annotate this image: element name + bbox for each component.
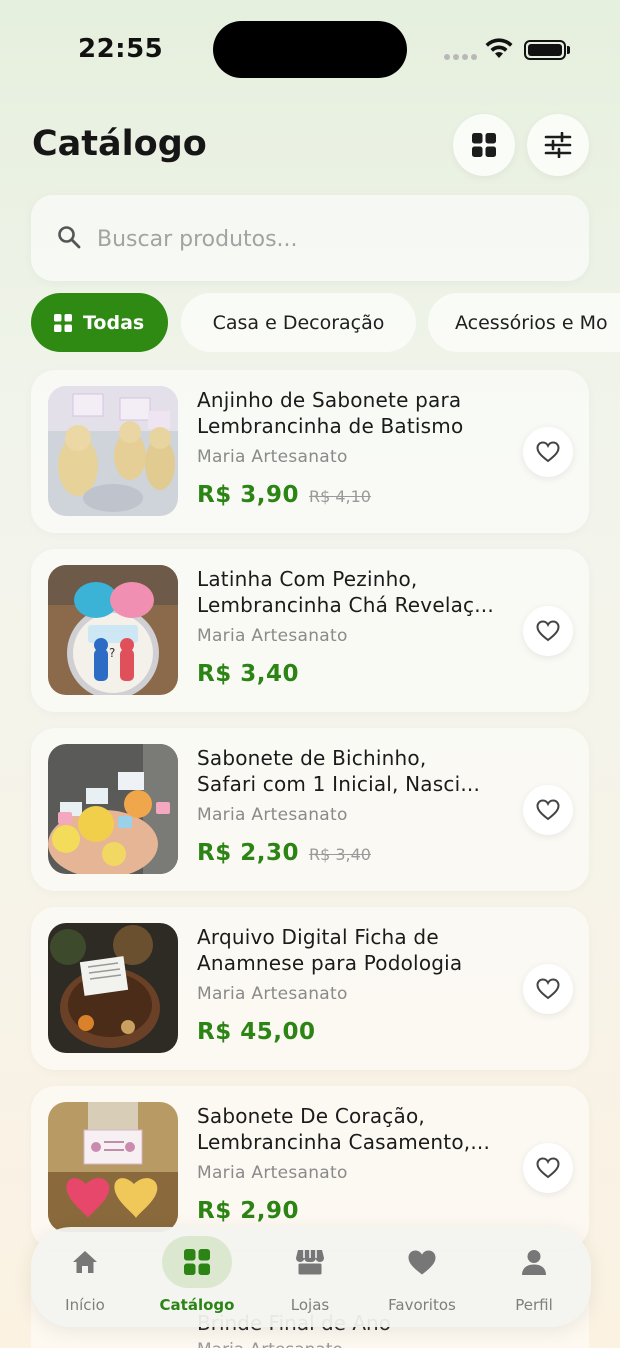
product-name: Sabonete de Bichinho, Safari com 1 Inici… xyxy=(197,746,481,796)
product-seller: Maria Artesanato xyxy=(197,805,348,825)
category-chip-label: Casa e Decoração xyxy=(212,311,385,334)
nav-item-inicio[interactable]: Início xyxy=(35,1227,135,1327)
product-image xyxy=(48,1102,178,1232)
filter-sliders-icon xyxy=(544,132,572,158)
nav-item-lojas[interactable]: Lojas xyxy=(260,1227,360,1327)
dynamic-island xyxy=(213,21,407,78)
nav-item-favoritos[interactable]: Favoritos xyxy=(372,1227,472,1327)
favorite-button[interactable] xyxy=(523,1143,573,1193)
category-chip-todas[interactable]: Todas xyxy=(31,293,168,352)
product-seller: Maria Artesanato xyxy=(197,447,348,467)
product-image: ? xyxy=(48,565,178,695)
product-price: R$ 2,30 xyxy=(197,840,299,866)
product-price-row: R$ 3,40 xyxy=(197,661,309,687)
heart-outline-icon xyxy=(536,441,560,463)
nav-item-perfil[interactable]: Perfil xyxy=(484,1227,584,1327)
product-price-row: R$ 2,30 R$ 3,40 xyxy=(197,840,371,866)
product-name: Sabonete De Coração, Lembrancinha Casame… xyxy=(197,1104,491,1154)
product-seller: Maria Artesanato xyxy=(197,626,348,646)
product-image xyxy=(48,923,178,1053)
grid-icon xyxy=(184,1249,210,1275)
nav-label: Perfil xyxy=(515,1296,553,1314)
heart-icon xyxy=(408,1250,436,1274)
filter-button[interactable] xyxy=(527,114,589,176)
favorite-button[interactable] xyxy=(523,427,573,477)
grid-view-button[interactable] xyxy=(453,114,515,176)
battery-icon xyxy=(524,40,566,60)
store-icon xyxy=(296,1250,324,1275)
product-card[interactable]: ? Latinha Com Pezinho, Lembrancinha Chá … xyxy=(31,549,589,712)
home-icon xyxy=(73,1251,97,1273)
product-name: Anjinho de Sabonete para Lembrancinha de… xyxy=(197,388,464,438)
category-chip-label: Acessórios e Mo xyxy=(455,311,608,334)
product-price-row: R$ 2,90 xyxy=(197,1198,309,1224)
nav-label: Favoritos xyxy=(388,1296,456,1314)
heart-outline-icon xyxy=(536,978,560,1000)
grid-view-icon xyxy=(472,133,496,157)
heart-outline-icon xyxy=(536,1157,560,1179)
nav-label: Catálogo xyxy=(159,1296,235,1314)
cellular-signal-icon xyxy=(444,54,477,60)
product-name: Latinha Com Pezinho, Lembrancinha Chá Re… xyxy=(197,567,494,617)
status-bar: 22:55 xyxy=(0,0,620,100)
product-seller: Maria Artesanato xyxy=(197,1340,343,1348)
heart-outline-icon xyxy=(536,620,560,642)
product-card[interactable]: Anjinho de Sabonete para Lembrancinha de… xyxy=(31,370,589,533)
person-icon xyxy=(522,1249,546,1275)
product-card[interactable]: Sabonete de Bichinho, Safari com 1 Inici… xyxy=(31,728,589,891)
product-price-row: R$ 3,90 R$ 4,10 xyxy=(197,482,371,508)
grid-icon xyxy=(54,313,72,332)
product-price: R$ 3,40 xyxy=(197,661,299,687)
product-image xyxy=(48,386,178,516)
product-image xyxy=(48,744,178,874)
bottom-navigation: Início Catálogo Lojas Favoritos Perfil xyxy=(31,1227,591,1327)
nav-item-catalogo[interactable]: Catálogo xyxy=(147,1227,247,1327)
favorite-button[interactable] xyxy=(523,964,573,1014)
product-price: R$ 3,90 xyxy=(197,482,299,508)
category-chip-label: Todas xyxy=(83,311,145,334)
heart-outline-icon xyxy=(536,799,560,821)
favorite-button[interactable] xyxy=(523,785,573,835)
search-bar[interactable] xyxy=(31,195,589,281)
product-old-price: R$ 3,40 xyxy=(308,845,371,864)
svg-text:?: ? xyxy=(109,646,115,660)
search-icon xyxy=(58,226,81,249)
category-chip-acessorios[interactable]: Acessórios e Mo xyxy=(428,293,620,352)
nav-label: Lojas xyxy=(290,1296,330,1314)
product-price: R$ 2,90 xyxy=(197,1198,299,1224)
favorite-button[interactable] xyxy=(523,606,573,656)
product-card[interactable]: Arquivo Digital Ficha de Anamnese para P… xyxy=(31,907,589,1070)
product-card[interactable]: Sabonete De Coração, Lembrancinha Casame… xyxy=(31,1086,589,1249)
product-price: R$ 45,00 xyxy=(197,1019,316,1045)
category-chip-casa-decoracao[interactable]: Casa e Decoração xyxy=(181,293,416,352)
product-seller: Maria Artesanato xyxy=(197,1163,348,1183)
product-seller: Maria Artesanato xyxy=(197,984,348,1004)
product-name: Arquivo Digital Ficha de Anamnese para P… xyxy=(197,925,463,975)
category-filter-bar: Todas Casa e Decoração Acessórios e Mo xyxy=(31,293,620,353)
product-price-row: R$ 45,00 xyxy=(197,1019,325,1045)
nav-label: Início xyxy=(65,1296,105,1314)
search-input[interactable] xyxy=(97,219,567,259)
battery-cap xyxy=(567,46,570,54)
page-title: Catálogo xyxy=(32,124,207,164)
product-old-price: R$ 4,10 xyxy=(308,487,371,506)
wifi-icon xyxy=(484,38,514,64)
status-time: 22:55 xyxy=(78,34,164,64)
